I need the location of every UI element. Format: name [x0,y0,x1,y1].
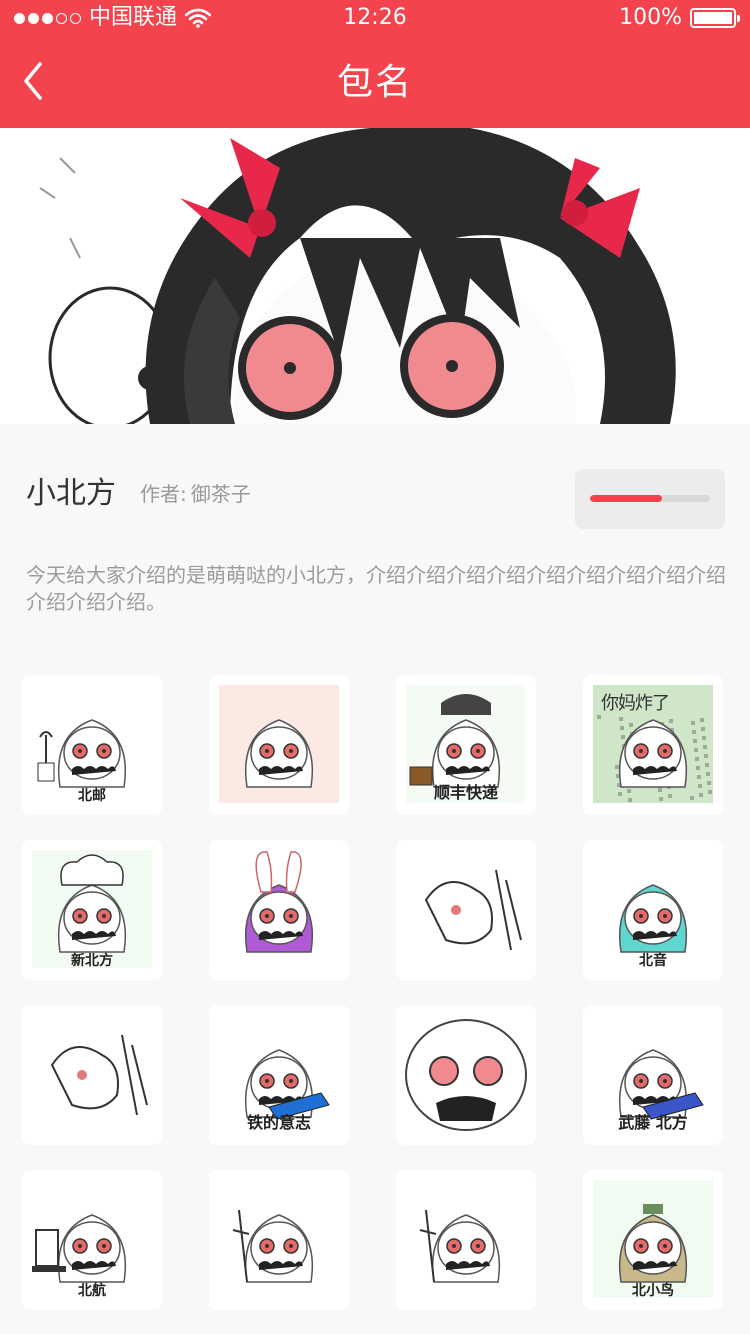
author-name: 御茶子 [190,482,251,506]
battery-icon [690,8,740,28]
sticker-caption: 顺丰快递 [433,783,498,802]
anime-girl-illustration [0,128,750,424]
sticker-item[interactable] [209,1170,349,1310]
download-button[interactable] [575,469,725,529]
sticker-caption: 新北方 [71,953,113,969]
sticker-item[interactable]: 北音 [583,840,723,980]
sticker-caption: 北邮 [78,788,106,804]
sticker-item[interactable]: 北小鸟 [583,1170,723,1310]
sticker-item[interactable]: 北邮 [22,675,162,815]
sketch-icon [424,869,522,951]
sticker-item[interactable] [396,1170,536,1310]
running-figure-icon [50,1034,148,1116]
author-label: 作者: [140,482,187,506]
status-bar: 中国联通 12:26 100% [0,0,750,36]
sticker-top-text: 你妈炸了 [601,693,670,714]
sticker-caption: 铁的意志 [246,1113,311,1132]
closeup-face-icon [405,1019,527,1131]
sticker-item[interactable] [209,840,349,980]
sticker-grid: 北邮 顺丰快递 你妈炸了新北方 北音 铁的意志 武藤 北方北航 北小鸟 [22,675,728,1315]
banner-image [0,128,750,424]
download-progress-fill [590,495,662,502]
pointing-figure-icon [419,1209,501,1283]
package-name: 小北方 [26,476,116,511]
author-line: 作者: 御茶子 [140,478,251,507]
sticker-item[interactable]: 铁的意志 [209,1005,349,1145]
sticker-item[interactable]: 北航 [22,1170,162,1310]
sticker-item[interactable]: 顺丰快递 [396,675,536,815]
header-bar: 中国联通 12:26 100% 包名 [0,0,750,128]
sticker-item[interactable]: 新北方 [22,840,162,980]
sticker-item[interactable] [209,675,349,815]
navigation-bar: 包名 [0,36,750,128]
battery-percent: 100% [619,5,682,30]
sticker-caption: 北音 [639,953,667,969]
sticker-caption: 武藤 北方 [618,1113,688,1132]
sticker-item[interactable]: 你妈炸了 [583,675,723,815]
sticker-item[interactable] [396,1005,536,1145]
package-description: 今天给大家介绍的是萌萌哒的小北方，介绍介绍介绍介绍介绍介绍介绍介绍介绍介绍介绍介… [26,563,726,614]
sticker-item[interactable]: 武藤 北方 [583,1005,723,1145]
download-progress-bar [590,495,710,502]
sticker-caption: 北航 [78,1283,106,1299]
pointing-figure-icon [232,1209,314,1283]
bunny-ears-icon [244,851,314,953]
page-title: 包名 [336,62,413,103]
sticker-item[interactable] [396,840,536,980]
sticker-caption: 北小鸟 [632,1283,674,1299]
comic-panel-icon [219,685,339,803]
sticker-item[interactable] [22,1005,162,1145]
